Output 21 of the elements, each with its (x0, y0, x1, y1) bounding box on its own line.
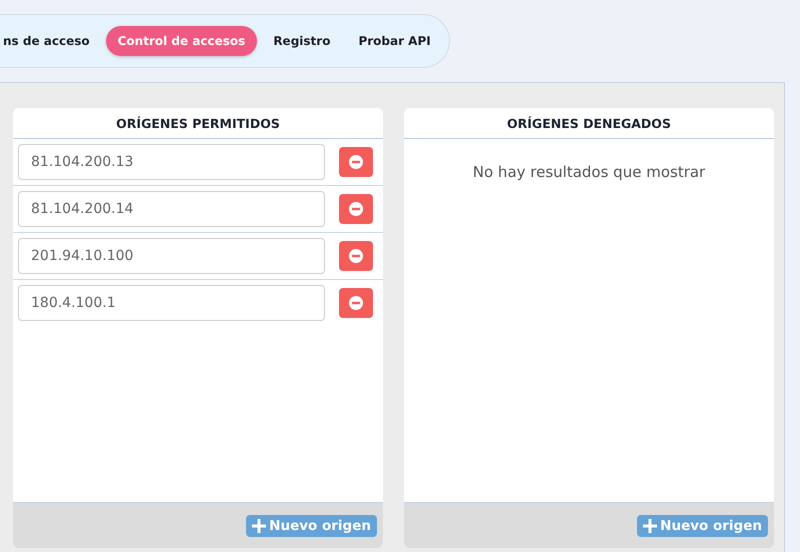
minus-circle-icon (349, 296, 363, 310)
tab[interactable]: ns de acceso (0, 26, 102, 56)
minus-circle-icon (349, 155, 363, 169)
plus-icon (643, 518, 658, 532)
origin-field[interactable]: 81.104.200.13 (18, 144, 325, 180)
remove-button[interactable] (339, 288, 373, 318)
tab[interactable]: Registro (261, 26, 342, 56)
remove-button[interactable] (339, 241, 373, 271)
tab[interactable]: Probar API (346, 26, 443, 56)
remove-button[interactable] (339, 194, 373, 224)
minus-circle-icon (349, 202, 363, 216)
tab[interactable]: Control de accesos (106, 26, 258, 56)
minus-circle-icon (349, 249, 363, 263)
origin-field[interactable]: 180.4.100.1 (18, 285, 325, 321)
card-title: ORÍGENES DENEGADOS (404, 108, 774, 139)
remove-button[interactable] (339, 147, 373, 177)
plus-icon (252, 518, 266, 532)
origin-field[interactable]: 81.104.200.14 (18, 191, 325, 227)
card-title: ORÍGENES PERMITIDOS (13, 108, 383, 139)
origin-field[interactable]: 201.94.10.100 (18, 238, 325, 274)
empty-message: No hay resultados que mostrar (472, 163, 706, 181)
